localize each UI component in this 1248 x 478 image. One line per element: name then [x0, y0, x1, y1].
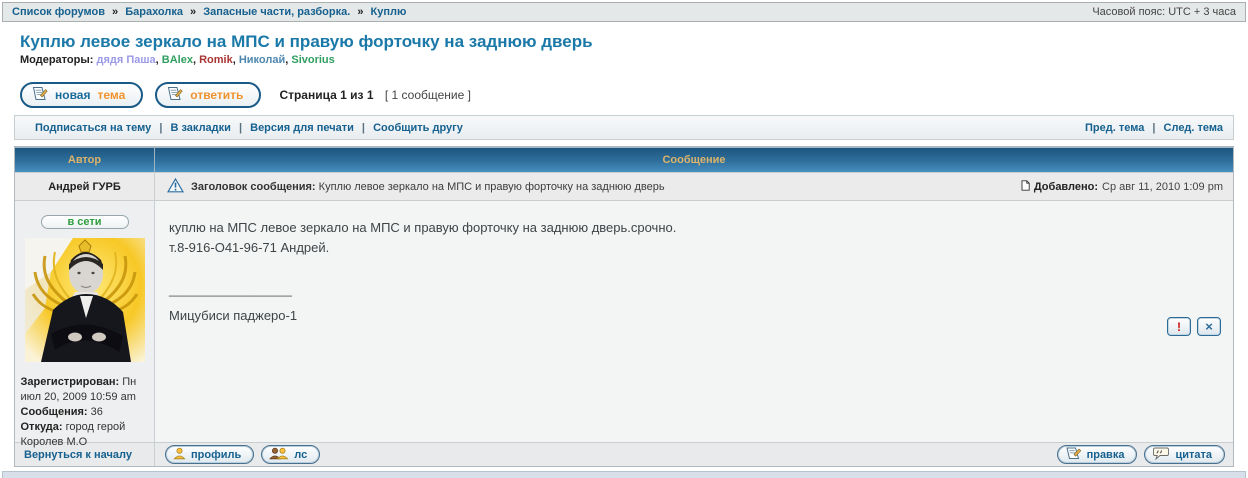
note-pencil-icon	[166, 86, 183, 104]
user-info: Зарегистрирован: Пн июл 20, 2009 10:59 a…	[21, 375, 149, 450]
subscribe-link[interactable]: Подписаться на тему	[35, 122, 151, 134]
message-text: куплю на МПС левое зеркало на МПС и прав…	[169, 218, 1219, 258]
table-header-row: Автор Сообщение	[15, 147, 1233, 172]
person-icon	[173, 447, 186, 463]
signature-text: Мицубиси паджеро-1	[169, 308, 1219, 323]
tell-friend-link[interactable]: Сообщить другу	[373, 122, 463, 134]
subject-label: Заголовок сообщения:	[191, 181, 316, 193]
breadcrumb-link-buy[interactable]: Куплю	[371, 6, 407, 18]
page-icon	[1021, 180, 1030, 194]
edit-pencil-icon	[1065, 446, 1082, 463]
two-persons-icon	[269, 447, 289, 463]
moderator-link[interactable]: дядя Паша	[96, 54, 155, 66]
timezone-label: Часовой пояс: UTC + 3 часа	[1092, 6, 1236, 18]
quote-bubble-icon	[1152, 447, 1170, 463]
posted-label: Добавлено:	[1034, 181, 1098, 193]
posted-datetime: Ср авг 11, 2010 1:09 pm	[1102, 181, 1223, 193]
post-footer-row: Вернуться к началу профиль	[15, 442, 1233, 466]
breadcrumb-separator: »	[357, 6, 363, 18]
message-counter: [ 1 сообщение ]	[385, 88, 471, 102]
next-topic-link[interactable]: След. тема	[1164, 122, 1223, 134]
page-counter: Страница 1 из 1	[279, 88, 373, 102]
back-to-top-link[interactable]: Вернуться к началу	[24, 449, 132, 461]
joined-label: Зарегистрирован:	[21, 376, 120, 388]
delete-post-button[interactable]: ×	[1197, 317, 1221, 336]
action-links-left: Подписаться на тему | В закладки | Верси…	[35, 122, 463, 134]
message-column-header: Сообщение	[155, 147, 1233, 172]
topic-action-bar: Подписаться на тему | В закладки | Верси…	[14, 115, 1234, 140]
moderator-link[interactable]: Николай	[239, 54, 285, 66]
posts-label: Сообщения:	[21, 406, 88, 418]
prev-topic-link[interactable]: Пред. тема	[1085, 122, 1144, 134]
note-pencil-icon	[31, 86, 48, 104]
author-column-header: Автор	[15, 147, 155, 172]
topic-toolbar: новая тема ответить Страница 1 из 1 [ 1 с…	[20, 82, 471, 108]
bottom-table-edge	[2, 471, 1246, 478]
breadcrumb-separator: »	[190, 6, 196, 18]
author-cell: в сети	[15, 201, 155, 442]
moderator-link[interactable]: Sivorius	[291, 54, 334, 66]
breadcrumb: Список форумов » Барахолка » Запасные ча…	[12, 6, 406, 18]
posts-value: 36	[91, 406, 103, 418]
reply-button[interactable]: ответить	[155, 82, 261, 108]
report-post-button[interactable]: !	[1167, 317, 1191, 336]
warning-triangle-icon	[167, 178, 184, 196]
profile-button[interactable]: профиль	[165, 445, 254, 464]
quote-post-button[interactable]: цитата	[1144, 445, 1225, 464]
breadcrumb-link-spare-parts[interactable]: Запасные части, разборка.	[203, 6, 350, 18]
reply-label: ответить	[190, 88, 243, 102]
moderators-line: Модераторы: дядя Паша, BAlex, Romik, Ник…	[20, 54, 335, 66]
post-body-row: в сети	[15, 200, 1233, 442]
action-links-right: Пред. тема | След. тема	[1085, 122, 1223, 134]
private-message-button[interactable]: лс	[261, 445, 320, 464]
moderator-link[interactable]: BAlex	[162, 54, 193, 66]
new-topic-label-part1: новая	[55, 88, 90, 102]
print-version-link[interactable]: Версия для печати	[250, 122, 354, 134]
message-cell: куплю на МПС левое зеркало на МПС и прав…	[155, 201, 1233, 442]
breadcrumb-link-fleamarket[interactable]: Барахолка	[125, 6, 183, 18]
new-topic-label-part2: тема	[97, 88, 125, 102]
page-title: Куплю левое зеркало на МПС и правую форт…	[20, 32, 593, 52]
from-label: Откуда:	[21, 421, 63, 433]
breadcrumb-bar: Список форумов » Барахолка » Запасные ча…	[2, 2, 1246, 22]
post-subject-row: Андрей ГУРБ Заголовок сообщения: Куплю л…	[15, 172, 1233, 200]
signature-divider: _________________	[169, 285, 1219, 295]
breadcrumb-link-forum-list[interactable]: Список форумов	[12, 6, 105, 18]
subject-text: Куплю левое зеркало на МПС и правую форт…	[319, 181, 665, 193]
topic-table: Автор Сообщение Андрей ГУРБ Заголовок со…	[14, 146, 1234, 467]
moderators-label: Модераторы:	[20, 54, 93, 66]
user-avatar	[25, 238, 145, 362]
moderator-link[interactable]: Romik	[199, 54, 233, 66]
bookmark-link[interactable]: В закладки	[170, 122, 230, 134]
edit-post-button[interactable]: правка	[1057, 445, 1138, 464]
breadcrumb-separator: »	[112, 6, 118, 18]
new-topic-button[interactable]: новая тема	[20, 82, 143, 108]
pagination-info: Страница 1 из 1 [ 1 сообщение ]	[279, 88, 471, 102]
online-status-badge: в сети	[41, 215, 129, 229]
post-author-name: Андрей ГУРБ	[15, 173, 155, 200]
